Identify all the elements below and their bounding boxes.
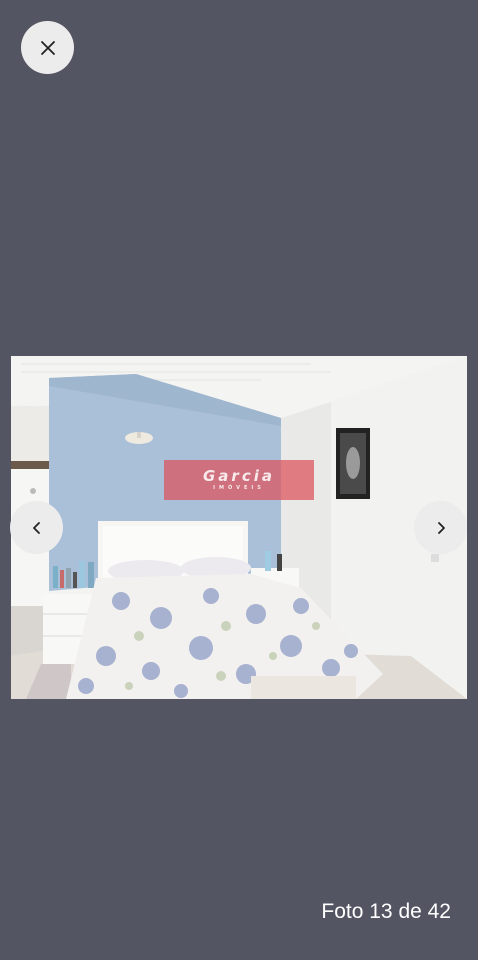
chevron-right-icon [437, 521, 445, 534]
next-photo-button[interactable] [414, 501, 467, 554]
close-icon [40, 40, 55, 55]
previous-photo-button[interactable] [10, 501, 63, 554]
watermark-logo: Garcia IMÓVEIS [164, 460, 314, 500]
watermark-brand: Garcia [203, 467, 275, 485]
property-photo: Garcia IMÓVEIS [11, 356, 467, 699]
chevron-left-icon [32, 521, 40, 534]
close-button[interactable] [21, 21, 74, 74]
photo-counter: Foto 13 de 42 [321, 900, 451, 923]
watermark-tagline: IMÓVEIS [213, 485, 265, 491]
